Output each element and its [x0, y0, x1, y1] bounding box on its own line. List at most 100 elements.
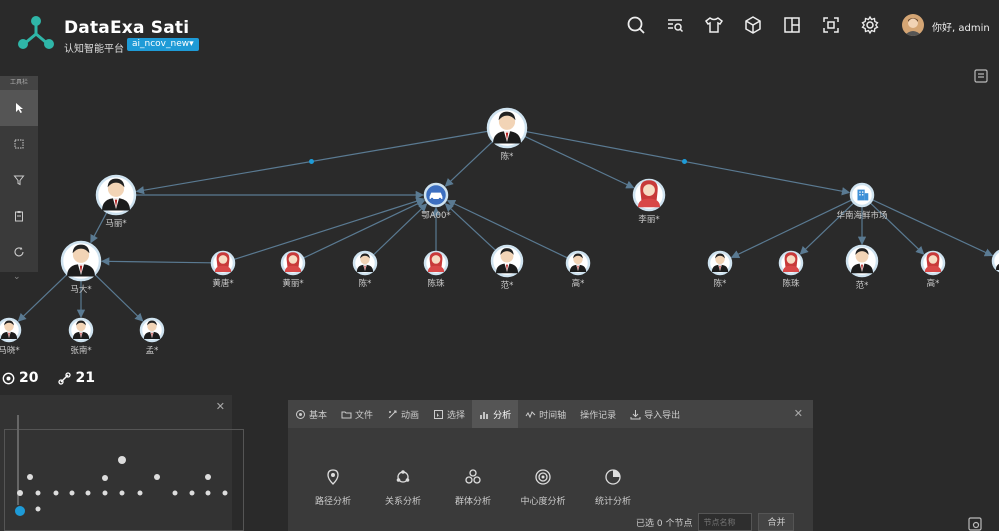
analysis-label: 统计分析 — [594, 497, 631, 507]
box-select-tool[interactable] — [0, 126, 38, 162]
analysis-panel: 基本 文件 动画 选择 分析 时间轴 操作记录 导入导出 ✕ 路径分析 关系分析 群体分析 中心度分… — [288, 400, 813, 531]
graph-node[interactable]: 高* — [565, 250, 591, 289]
user-greeting[interactable]: 你好, admin — [932, 19, 990, 34]
screenshot-icon[interactable] — [968, 516, 982, 531]
graph-canvas[interactable]: 陈* 马丽* 鄂A00* 李丽* 华南海鲜市场马大* 黄唐* 黄丽* 陈* 陈珠 范* 高* 陈* 陈珠… — [0, 64, 999, 364]
timeline-icon — [525, 410, 536, 418]
animation-icon — [388, 410, 397, 418]
graph-node[interactable] — [991, 249, 999, 273]
left-toolbar-header: 工具栏 — [0, 76, 38, 90]
pointer-tool[interactable] — [0, 90, 38, 126]
graph-edge[interactable] — [444, 203, 496, 251]
graph-node[interactable]: 李丽* — [632, 178, 666, 225]
node-label: 孟* — [146, 345, 159, 356]
node-label: 黄唐* — [212, 278, 233, 289]
tab-timeline[interactable]: 时间轴 — [518, 400, 573, 428]
search-icon[interactable] — [625, 14, 647, 36]
graph-node[interactable]: 范* — [845, 244, 879, 291]
tab-import-export[interactable]: 导入导出 — [623, 400, 687, 428]
graph-node[interactable]: 黄丽* — [280, 250, 306, 289]
tab-analysis[interactable]: 分析 — [472, 400, 519, 428]
list-search-icon[interactable] — [664, 14, 686, 36]
app-logo-icon — [18, 16, 54, 49]
graph-edge[interactable] — [444, 141, 493, 187]
tshirt-icon[interactable] — [703, 14, 725, 36]
location-icon — [327, 469, 339, 485]
graph-edge[interactable] — [100, 257, 212, 266]
graph-node[interactable]: 陈珠 — [778, 250, 804, 289]
node-label: 陈* — [714, 278, 727, 289]
tab-animation[interactable]: 动画 — [380, 400, 426, 428]
graph-node[interactable]: 马晓* — [0, 317, 22, 356]
graph-edge[interactable] — [524, 135, 635, 189]
layout-icon[interactable] — [781, 14, 803, 36]
group-icon — [465, 469, 481, 484]
tab-folder[interactable]: 文件 — [334, 400, 380, 428]
refresh-icon — [14, 247, 24, 257]
node-count: 20 — [19, 370, 39, 386]
graph-node[interactable]: 陈* — [352, 250, 378, 289]
app-subtitle: 认知智能平台 — [64, 44, 124, 55]
app-header: DataExa Sati 认知智能平台 ai_ncov_new▾ 你好, adm… — [0, 0, 999, 64]
graph-edge[interactable] — [730, 199, 852, 258]
edge-count-icon — [58, 371, 72, 385]
analysis-group[interactable]: 群体分析 — [438, 468, 508, 507]
node-label: 高* — [927, 278, 940, 289]
node-label: 鄂A00* — [421, 211, 450, 221]
analysis-pie-chart[interactable]: 统计分析 — [578, 468, 648, 507]
node-label: 张南* — [70, 345, 91, 356]
graph-edge[interactable] — [234, 197, 425, 260]
graph-node[interactable]: 陈珠 — [423, 250, 449, 289]
graph-node[interactable]: 鄂A00* — [421, 182, 451, 221]
graph-edge[interactable] — [94, 274, 144, 322]
woman-icon — [427, 252, 445, 272]
graph-edge[interactable] — [90, 212, 108, 244]
edge-midpoint — [682, 159, 687, 164]
selection-count: 已选 0 个节点 — [636, 518, 693, 529]
woman-icon — [637, 180, 661, 208]
cube-icon[interactable] — [742, 14, 764, 36]
graph-node[interactable]: 黄唐* — [210, 250, 236, 289]
project-selector[interactable]: ai_ncov_new▾ — [127, 38, 199, 51]
relation-icon — [396, 470, 410, 483]
tab-label: 选择 — [447, 410, 466, 421]
analysis-relation[interactable]: 关系分析 — [368, 468, 438, 507]
graph-edge[interactable] — [526, 131, 851, 196]
graph-node[interactable]: 张南* — [68, 317, 94, 356]
node-label: 陈珠 — [782, 278, 800, 289]
graph-node[interactable]: 马大* — [60, 240, 102, 295]
node-label: 马大* — [70, 284, 91, 295]
chevron-down-icon[interactable]: ⌄ — [13, 272, 21, 282]
graph-edge[interactable] — [303, 199, 426, 259]
edge-midpoint — [309, 159, 314, 164]
left-toolbar: 工具栏 — [0, 76, 38, 272]
node-label: 陈珠 — [427, 278, 445, 289]
gear-icon[interactable] — [859, 14, 881, 36]
graph-edge[interactable] — [872, 199, 994, 257]
analysis-tools: 路径分析 关系分析 群体分析 中心度分析 统计分析 — [298, 468, 648, 507]
focus-icon[interactable] — [820, 14, 842, 36]
graph-edge[interactable] — [17, 274, 67, 322]
graph-node[interactable]: 陈* — [486, 107, 528, 162]
merge-button[interactable]: 合并 — [758, 513, 795, 531]
analysis-location[interactable]: 路径分析 — [298, 468, 368, 507]
tab-basic[interactable]: 基本 — [288, 400, 334, 428]
analysis-target[interactable]: 中心度分析 — [508, 468, 578, 507]
graph-node[interactable]: 高* — [920, 250, 946, 289]
node-name-input[interactable] — [698, 513, 753, 531]
node-label: 高* — [572, 278, 585, 289]
graph-node[interactable]: 孟* — [139, 317, 165, 356]
clipboard-tool[interactable] — [0, 198, 38, 234]
basic-icon — [296, 409, 305, 419]
minimap[interactable]: ✕ — [0, 395, 244, 531]
graph-node[interactable]: 范* — [490, 244, 524, 291]
tab-label: 基本 — [309, 410, 328, 421]
graph-node[interactable]: 陈* — [707, 250, 733, 289]
avatar[interactable] — [902, 14, 924, 36]
filter-tool[interactable] — [0, 162, 38, 198]
panel-close-icon[interactable]: ✕ — [794, 407, 803, 420]
tab-history[interactable]: 操作记录 — [573, 400, 623, 428]
tab-select[interactable]: 选择 — [426, 400, 472, 428]
refresh-tool[interactable] — [0, 234, 38, 270]
graph-node[interactable]: 华南海鲜市场 — [836, 182, 888, 221]
